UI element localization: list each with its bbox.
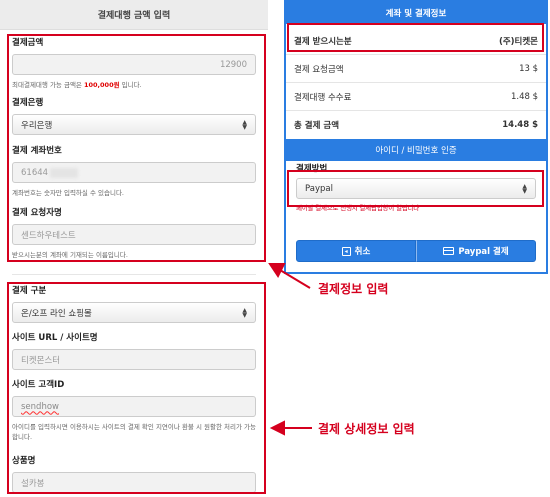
payment-method-note: 페이팔 결제으로 진행시 결제팝업창이 열립니다	[296, 204, 420, 212]
row-value: 1.48 $	[510, 91, 538, 102]
recipient-row: 결제 받으시는분 (주)티켓몬	[286, 27, 546, 55]
recipient-value: (주)티켓몬	[498, 36, 538, 47]
select-arrows-icon: ▲ ▼	[242, 118, 247, 131]
account-value: 61644	[21, 167, 49, 178]
amount-help-suffix: 입니다.	[119, 81, 142, 89]
account-input[interactable]: 61644	[12, 162, 256, 183]
credit-card-icon	[443, 247, 455, 255]
amount-help: 최대결제대행 가능 금액은 100,000원 입니다.	[12, 80, 256, 90]
arrow-head-icon	[268, 263, 286, 278]
site-id-value: sendhow	[21, 401, 59, 412]
category-group: 결제 구분 온/오프 라인 쇼핑몰 ▲ ▼	[12, 286, 256, 323]
amount-value: 12900	[219, 59, 247, 70]
category-label: 결제 구분	[12, 286, 47, 296]
amount-input[interactable]: 12900	[12, 54, 256, 75]
site-value: 티켓몬스터	[21, 355, 61, 366]
site-group: 사이트 URL / 사이트명 티켓몬스터	[12, 333, 256, 370]
site-id-input[interactable]: sendhow	[12, 396, 256, 417]
site-label: 사이트 URL / 사이트명	[12, 333, 98, 343]
select-arrows-icon: ▲ ▼	[242, 306, 247, 319]
action-buttons: ◂ 취소 Paypal 결제	[296, 240, 536, 262]
request-amount-row: 결제 요청금액 13 $	[286, 55, 546, 83]
category-select[interactable]: 온/오프 라인 쇼핑몰 ▲ ▼	[12, 302, 256, 323]
bank-value: 우리은행	[21, 120, 53, 131]
product-input[interactable]: 설카봉	[12, 472, 256, 493]
row-label: 결제 요청금액	[294, 64, 344, 75]
account-help: 계좌번호는 숫자만 입력하실 수 있습니다.	[12, 189, 124, 197]
requester-help: 받으시는분의 계좌에 기재되는 이름입니다.	[12, 251, 128, 259]
total-label: 총 결제 금액	[294, 121, 340, 131]
product-value: 설카봉	[21, 478, 45, 489]
amount-help-prefix: 최대결제대행 가능 금액은	[12, 81, 84, 89]
cancel-label: 취소	[354, 247, 371, 257]
requester-input[interactable]: 센드하우테스트	[12, 224, 256, 245]
product-group: 상품명 설카봉	[12, 456, 256, 493]
payment-method-value: Paypal	[305, 183, 333, 194]
amount-label: 결제금액	[12, 38, 44, 48]
payment-method-select[interactable]: Paypal ▲ ▼	[296, 178, 536, 199]
auth-header: 아이디 / 비밀번호 인증	[286, 139, 546, 161]
fee-row: 결제대행 수수료 1.48 $	[286, 83, 546, 111]
select-arrows-icon: ▲ ▼	[522, 182, 527, 195]
bank-select[interactable]: 우리은행 ▲ ▼	[12, 114, 256, 135]
payment-info-annotation: 결제정보 입력	[318, 282, 389, 296]
panel-header: 계좌 및 결제정보	[286, 2, 546, 24]
account-payment-panel: 계좌 및 결제정보 결제 받으시는분 (주)티켓몬 결제 요청금액 13 $ 결…	[284, 0, 548, 274]
paypal-pay-button[interactable]: Paypal 결제	[416, 240, 536, 262]
redacted-blur	[50, 167, 79, 178]
total-value: 14.48 $	[502, 120, 538, 130]
bank-label: 결제은행	[12, 98, 44, 108]
section-divider	[12, 274, 256, 275]
row-value: 13 $	[519, 63, 538, 74]
category-value: 온/오프 라인 쇼핑몰	[21, 308, 92, 319]
account-label: 결제 계좌번호	[12, 146, 62, 156]
payment-method-label: 결제방법	[296, 164, 328, 174]
bank-group: 결제은행 우리은행 ▲ ▼	[12, 98, 256, 135]
recipient-label: 결제 받으시는분	[294, 36, 352, 47]
site-id-label: 사이트 고객ID	[12, 380, 65, 390]
cancel-button[interactable]: ◂ 취소	[296, 240, 416, 262]
site-id-help: 아이디를 입력하시면 이용하시는 사이트의 결제 확인 지연이나 환불 시 원활…	[12, 423, 256, 441]
amount-group: 결제금액 12900 최대결제대행 가능 금액은 100,000원 입니다.	[12, 38, 256, 90]
amount-help-max: 100,000원	[83, 81, 120, 89]
total-row: 총 결제 금액 14.48 $	[286, 111, 546, 139]
back-icon: ◂	[341, 246, 351, 256]
payment-form-panel: 결제대행 금액 입력 결제금액 12900 최대결제대행 가능 금액은 100,…	[0, 0, 268, 497]
form-header: 결제대행 금액 입력	[0, 0, 268, 30]
requester-label: 결제 요청자명	[12, 208, 62, 218]
account-group: 결제 계좌번호 61644 계좌번호는 숫자만 입력하실 수 있습니다.	[12, 146, 256, 198]
requester-group: 결제 요청자명 센드하우테스트 받으시는분의 계좌에 기재되는 이름입니다.	[12, 208, 256, 260]
site-input[interactable]: 티켓몬스터	[12, 349, 256, 370]
payment-detail-annotation: 결제 상세정보 입력	[318, 422, 415, 436]
row-label: 결제대행 수수료	[294, 92, 352, 103]
site-id-group: 사이트 고객ID sendhow 아이디를 입력하시면 이용하시는 사이트의 결…	[12, 380, 256, 442]
paypal-pay-label: Paypal 결제	[458, 247, 509, 257]
requester-value: 센드하우테스트	[21, 230, 76, 241]
product-label: 상품명	[12, 456, 36, 466]
arrow-head-icon	[269, 420, 285, 436]
